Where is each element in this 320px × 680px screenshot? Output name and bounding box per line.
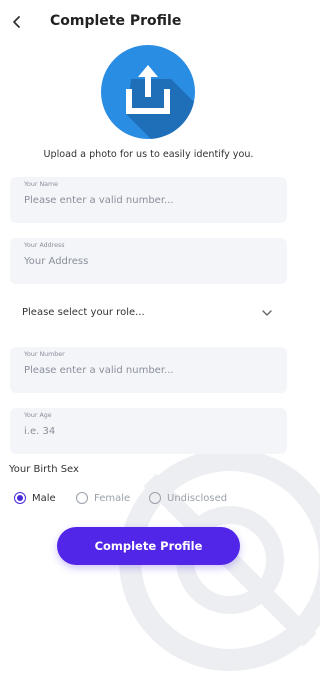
- radio-circle: [76, 492, 88, 504]
- back-button[interactable]: [6, 10, 28, 34]
- birth-sex-label: Your Birth Sex: [9, 464, 79, 475]
- complete-profile-button[interactable]: Complete Profile: [57, 527, 240, 565]
- radio-male[interactable]: Male: [14, 490, 56, 506]
- radio-female[interactable]: Female: [76, 490, 130, 506]
- radio-circle: [149, 492, 161, 504]
- chevron-left-icon: [13, 16, 20, 28]
- upload-icon: [126, 65, 195, 139]
- radio-undisclosed[interactable]: Undisclosed: [149, 490, 227, 506]
- address-field: Your Address: [10, 238, 287, 284]
- address-input[interactable]: [24, 256, 274, 267]
- radio-label: Undisclosed: [167, 492, 228, 504]
- header: Complete Profile: [0, 0, 297, 44]
- name-label: Your Name: [24, 181, 59, 188]
- age-input[interactable]: [24, 426, 274, 437]
- name-input[interactable]: [24, 195, 274, 206]
- number-field: Your Number: [10, 347, 287, 393]
- chevron-down-icon: [262, 310, 272, 316]
- number-label: Your Number: [24, 351, 65, 358]
- upload-photo-button[interactable]: [101, 45, 195, 139]
- role-select[interactable]: Please select your role...: [10, 296, 287, 332]
- radio-circle: [14, 492, 26, 504]
- radio-label: Male: [32, 492, 56, 504]
- upload-caption: Upload a photo for us to easily identify…: [43, 149, 254, 160]
- radio-label: Female: [94, 492, 131, 504]
- age-label: Your Age: [24, 412, 52, 419]
- name-field: Your Name: [10, 177, 287, 223]
- role-select-value: Please select your role...: [22, 307, 145, 318]
- age-field: Your Age: [10, 408, 287, 454]
- number-input[interactable]: [24, 365, 274, 376]
- page-title: Complete Profile: [50, 13, 182, 29]
- address-label: Your Address: [24, 242, 65, 249]
